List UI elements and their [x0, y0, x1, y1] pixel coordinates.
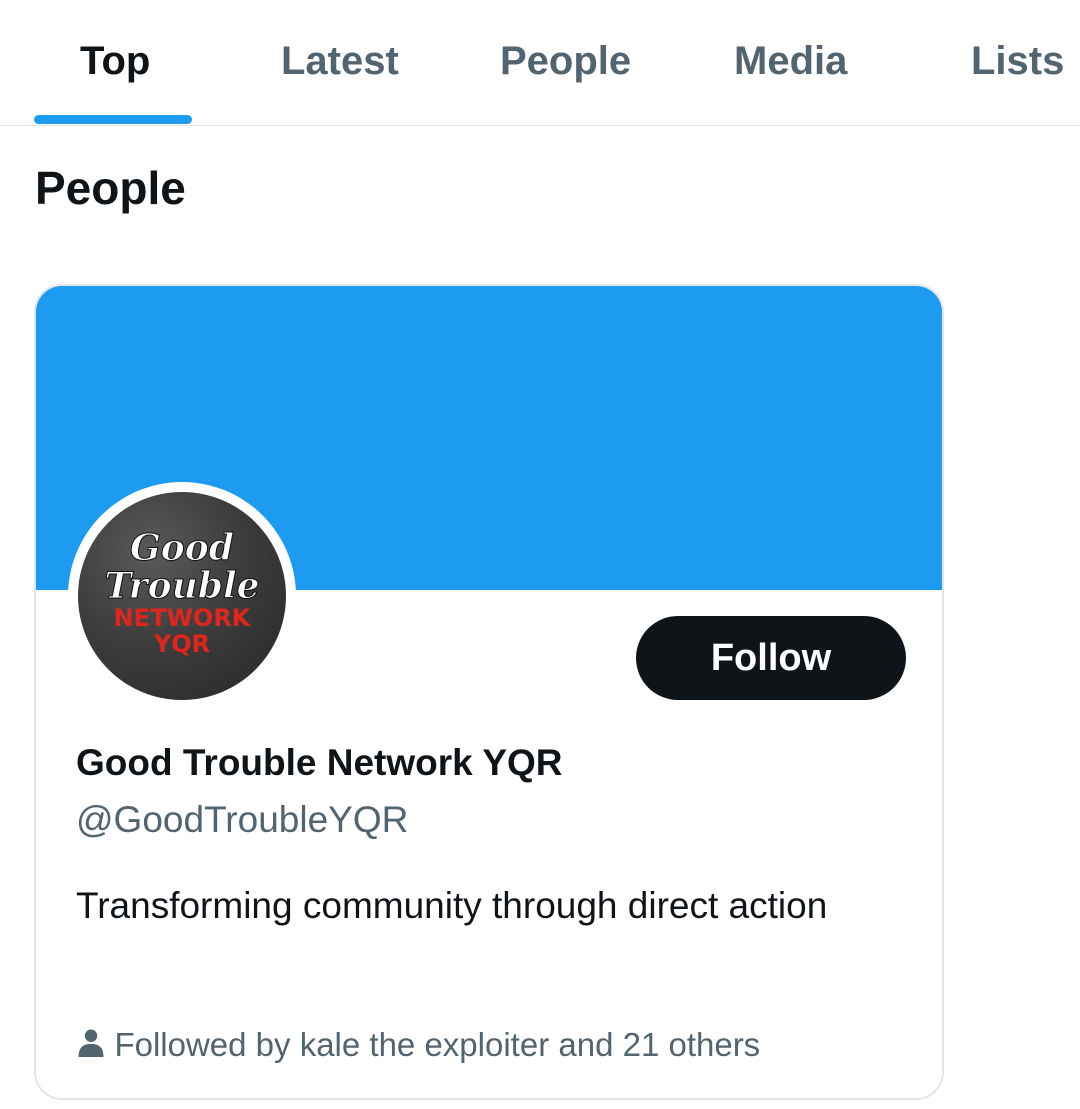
tab-lists[interactable]: Lists — [950, 0, 1080, 125]
user-handle[interactable]: @GoodTroubleYQR — [76, 797, 408, 843]
good-trouble-logo: Good Trouble NETWORK YQR — [104, 527, 260, 659]
tab-lists-label: Lists — [971, 39, 1065, 83]
followed-by-text: Followed by kale the exploiter and 21 ot… — [114, 1026, 761, 1063]
user-bio: Transforming community through direct ac… — [76, 885, 828, 926]
tab-latest-label: Latest — [281, 39, 399, 83]
tab-media[interactable]: Media — [712, 0, 872, 125]
section-title-people: People — [35, 162, 186, 214]
avatar[interactable]: Good Trouble NETWORK YQR — [68, 482, 296, 710]
logo-text-trouble: Trouble — [104, 565, 259, 607]
person-icon — [78, 1029, 104, 1057]
search-tab-bar: Top Latest People Media Lists — [0, 0, 1080, 126]
tab-media-label: Media — [734, 39, 848, 83]
logo-text-yqr: YQR — [153, 630, 210, 658]
tab-people-label: People — [500, 39, 632, 83]
logo-text-good: Good — [130, 527, 234, 569]
followed-by-context: Followed by kale the exploiter and 21 ot… — [76, 1022, 760, 1068]
tab-latest[interactable]: Latest — [255, 0, 425, 125]
tab-people[interactable]: People — [480, 0, 652, 125]
user-card[interactable]: Good Trouble NETWORK YQR Follow Good Tro… — [34, 284, 944, 1100]
follow-button[interactable]: Follow — [636, 616, 906, 700]
avatar-image: Good Trouble NETWORK YQR — [78, 492, 286, 700]
tab-top-label: Top — [80, 39, 151, 83]
display-name[interactable]: Good Trouble Network YQR — [76, 740, 563, 786]
tab-top[interactable]: Top — [34, 0, 192, 125]
active-tab-indicator — [34, 115, 192, 124]
logo-text-network: NETWORK — [114, 604, 252, 632]
